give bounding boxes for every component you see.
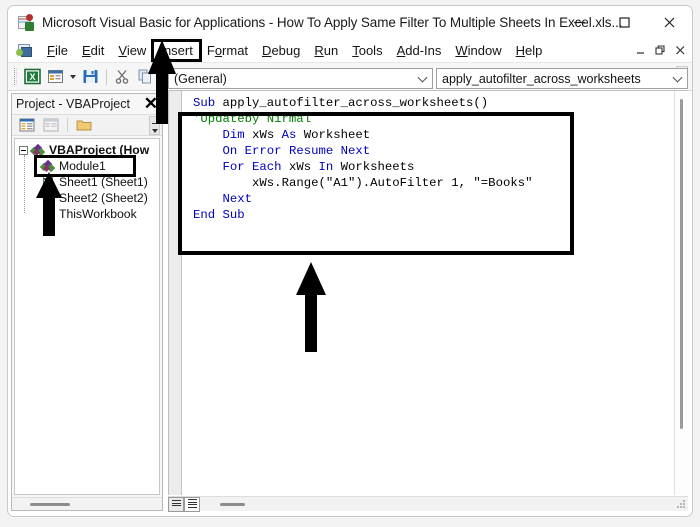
- svg-text:X: X: [29, 72, 35, 82]
- toolbar-grip[interactable]: [14, 68, 17, 85]
- window-title: Microsoft Visual Basic for Applications …: [42, 14, 623, 30]
- procedure-view-button[interactable]: [168, 496, 184, 512]
- code-vertical-scrollbar[interactable]: [674, 91, 688, 495]
- mdi-minimize-button[interactable]: [635, 45, 646, 56]
- maximize-button[interactable]: [602, 6, 647, 38]
- arrow-pointing-to-code: [296, 262, 326, 352]
- menu-item-run[interactable]: Run: [307, 41, 345, 60]
- chevron-down-icon[interactable]: [417, 72, 428, 83]
- project-explorer-titlebar: Project - VBAProject ✕: [12, 94, 162, 114]
- vba-document-icon: [16, 42, 34, 58]
- project-toolbar-separator: [67, 118, 68, 132]
- view-excel-icon[interactable]: X: [22, 66, 43, 87]
- mdi-close-button[interactable]: [675, 45, 686, 56]
- window-controls: [557, 6, 692, 38]
- tree-node-label: VBAProject (How: [49, 143, 150, 157]
- code-window: (General) apply_autofilter_across_worksh…: [168, 68, 688, 512]
- menu-item-debug[interactable]: Debug: [255, 41, 307, 60]
- tree-node-label: Sheet2 (Sheet2): [59, 191, 148, 205]
- tree-node-label: Sheet1 (Sheet1): [59, 175, 148, 189]
- menu-item-addins[interactable]: Add-Ins: [390, 41, 449, 60]
- mdi-restore-button[interactable]: [655, 45, 666, 56]
- menu-item-edit[interactable]: Edit: [75, 41, 111, 60]
- toggle-folders-icon[interactable]: [74, 116, 94, 134]
- scrollbar-thumb[interactable]: [30, 503, 70, 506]
- insert-userform-icon[interactable]: [45, 66, 66, 87]
- module-icon: [39, 159, 56, 173]
- project-explorer-title: Project - VBAProject: [16, 97, 130, 111]
- project-explorer-toolbar: [12, 114, 162, 136]
- excel-vba-icon: [17, 13, 34, 31]
- tree-node-vbaproject[interactable]: VBAProject (How: [15, 142, 159, 158]
- procedure-combo[interactable]: apply_autofilter_across_worksheets: [436, 68, 688, 89]
- menu-item-tools[interactable]: Tools: [345, 41, 389, 60]
- code-margin-indicator-bar[interactable]: [169, 91, 182, 495]
- vba-main-window: Microsoft Visual Basic for Applications …: [7, 5, 693, 517]
- minimize-button[interactable]: [557, 6, 602, 38]
- project-explorer-hscrollbar[interactable]: [12, 497, 162, 510]
- menu-item-format[interactable]: Format: [200, 41, 255, 60]
- resize-grip[interactable]: [677, 500, 686, 509]
- project-explorer-pane: Project - VBAProject ✕ VBAProject (How M…: [11, 93, 163, 511]
- tree-node-label: Module1: [59, 159, 106, 173]
- chevron-down-icon[interactable]: [672, 72, 683, 83]
- view-object-icon[interactable]: [41, 116, 61, 134]
- project-icon: [29, 143, 46, 157]
- menu-item-file[interactable]: FFileile: [40, 41, 75, 60]
- collapse-expander-icon[interactable]: [19, 145, 28, 155]
- view-code-icon[interactable]: [17, 116, 37, 134]
- scrollbar-thumb[interactable]: [680, 99, 683, 429]
- insert-dropdown-caret-icon[interactable]: [68, 66, 78, 87]
- save-icon[interactable]: [80, 66, 101, 87]
- full-module-view-button[interactable]: [184, 496, 200, 512]
- cut-icon[interactable]: [112, 66, 133, 87]
- menu-bar: FFileile Edit View Insert Format Debug R…: [8, 38, 692, 63]
- menu-item-help[interactable]: Help: [509, 41, 550, 60]
- arrow-pointing-to-insert-menu: [148, 40, 176, 124]
- object-combo[interactable]: (General): [168, 68, 433, 89]
- menu-item-window[interactable]: Window: [448, 41, 508, 60]
- code-text[interactable]: Sub apply_autofilter_across_worksheets()…: [193, 95, 532, 223]
- code-horizontal-scrollbar[interactable]: [168, 496, 688, 512]
- vba-editor-screenshot: Microsoft Visual Basic for Applications …: [0, 0, 700, 527]
- scrollbar-thumb[interactable]: [220, 502, 245, 506]
- toolbar-separator: [106, 68, 107, 85]
- mdi-window-controls: [635, 38, 686, 63]
- close-button[interactable]: [647, 6, 692, 38]
- code-editor[interactable]: Sub apply_autofilter_across_worksheets()…: [168, 90, 688, 495]
- arrow-pointing-to-module1: [36, 172, 62, 236]
- code-combo-row: (General) apply_autofilter_across_worksh…: [168, 68, 688, 89]
- object-combo-value: (General): [174, 71, 227, 86]
- tree-node-label: ThisWorkbook: [59, 207, 137, 221]
- procedure-combo-value: apply_autofilter_across_worksheets: [442, 71, 641, 86]
- workspace: Project - VBAProject ✕ VBAProject (How M…: [8, 68, 692, 516]
- title-bar: Microsoft Visual Basic for Applications …: [8, 6, 692, 38]
